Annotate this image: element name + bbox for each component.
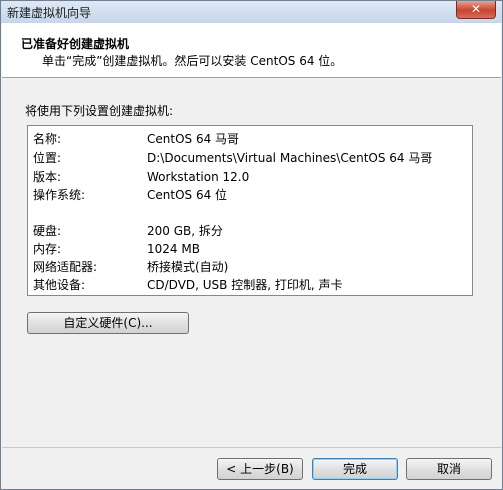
settings-summary-box: 名称: CentOS 64 马哥 位置: D:\Documents\Virtua… [27, 125, 473, 296]
summary-label: 其他设备: [33, 278, 86, 292]
summary-label: 网络适配器: [33, 260, 98, 274]
summary-label: 位置: [33, 151, 62, 165]
close-icon: ✕ [470, 2, 482, 16]
summary-value: 200 GB, 拆分 [147, 224, 223, 238]
customize-hardware-button[interactable]: 自定义硬件(C)... [27, 312, 189, 334]
finish-button[interactable]: 完成 [312, 458, 398, 480]
wizard-window: 新建虚拟机向导 ✕ 已准备好创建虚拟机 单击“完成”创建虚拟机。然后可以安装 C… [0, 0, 503, 490]
summary-label: 名称: [33, 132, 62, 146]
summary-label: 硬盘: [33, 224, 62, 238]
close-button[interactable]: ✕ [456, 1, 496, 19]
page-subtitle: 单击“完成”创建虚拟机。然后可以安装 CentOS 64 位。 [42, 54, 343, 68]
summary-value: CD/DVD, USB 控制器, 打印机, 声卡 [147, 278, 343, 292]
intro-text: 将使用下列设置创建虚拟机: [25, 104, 174, 118]
summary-value: 1024 MB [147, 242, 200, 256]
summary-label: 操作系统: [33, 188, 86, 202]
window-title: 新建虚拟机向导 [7, 6, 92, 20]
summary-label: 内存: [33, 242, 62, 256]
title-bar[interactable]: 新建虚拟机向导 ✕ [1, 1, 502, 23]
page-title: 已准备好创建虚拟机 [21, 37, 130, 51]
cancel-button[interactable]: 取消 [406, 458, 492, 480]
summary-value: CentOS 64 马哥 [147, 132, 240, 146]
summary-label: 版本: [33, 170, 62, 184]
summary-value: 桥接模式(自动) [147, 260, 229, 274]
wizard-header: 已准备好创建虚拟机 单击“完成”创建虚拟机。然后可以安装 CentOS 64 位… [2, 23, 501, 77]
summary-value: Workstation 12.0 [147, 170, 250, 184]
summary-value: CentOS 64 位 [147, 188, 228, 202]
back-button[interactable]: < 上一步(B) [217, 458, 303, 480]
header-divider [2, 77, 501, 78]
summary-value: D:\Documents\Virtual Machines\CentOS 64 … [147, 151, 433, 165]
footer-divider [2, 447, 501, 448]
